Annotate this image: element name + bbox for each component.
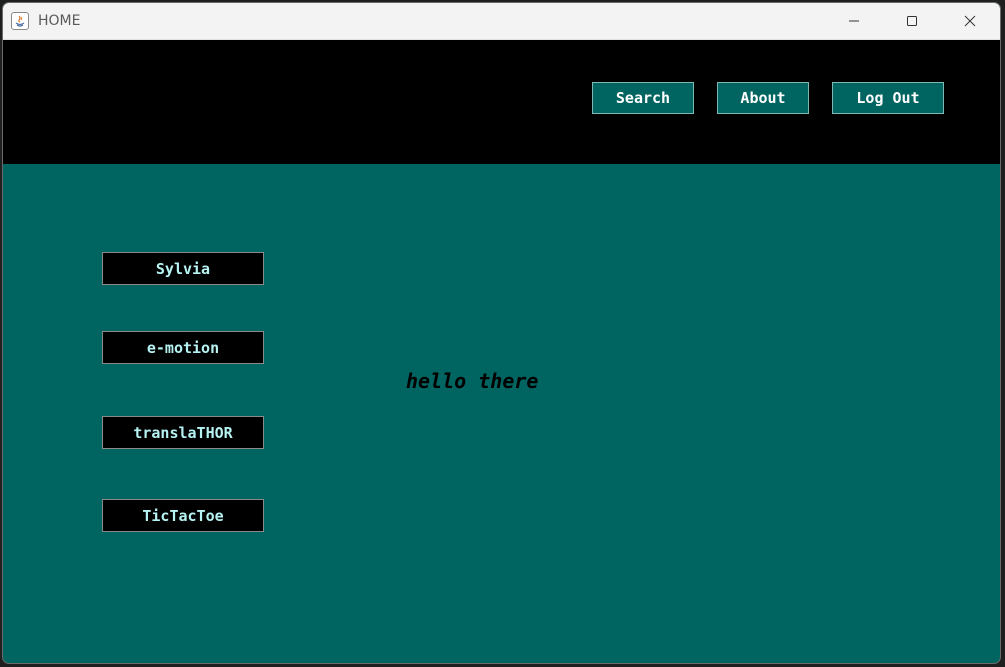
minimize-button[interactable] (825, 3, 883, 39)
title-bar[interactable]: HOME (3, 3, 1000, 40)
e-motion-button[interactable]: e-motion (102, 331, 264, 364)
maximize-button[interactable] (883, 3, 941, 39)
minimize-icon (849, 20, 859, 22)
maximize-icon (907, 16, 917, 26)
about-button[interactable]: About (717, 82, 809, 114)
tictactoe-button[interactable]: TicTacToe (102, 499, 264, 532)
translathor-button[interactable]: translaTHOR (102, 416, 264, 449)
sylvia-button[interactable]: Sylvia (102, 252, 264, 285)
home-window: HOME Search About Log Out Sylvia e-motio… (2, 2, 1001, 664)
window-title: HOME (38, 13, 81, 29)
greeting-text: hello there (406, 369, 539, 393)
header-bar: Search About Log Out (3, 40, 1000, 164)
log-out-button[interactable]: Log Out (832, 82, 944, 114)
search-button[interactable]: Search (592, 82, 694, 114)
close-button[interactable] (941, 3, 999, 39)
java-app-icon (11, 12, 29, 30)
close-icon (964, 15, 976, 27)
